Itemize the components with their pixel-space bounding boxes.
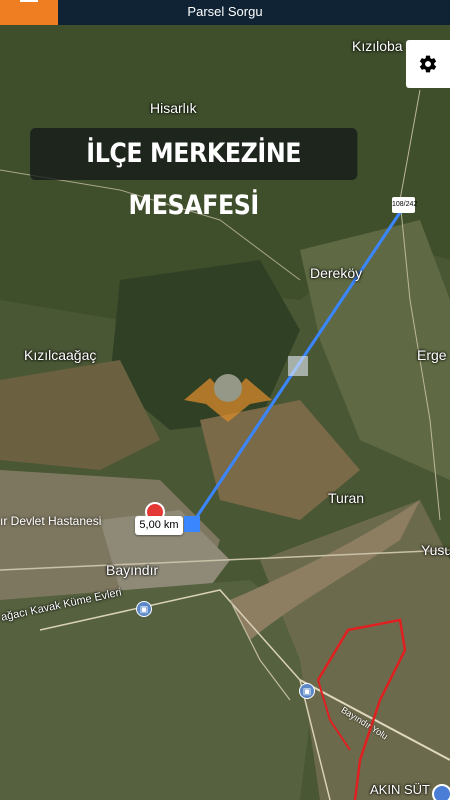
hamburger-icon	[20, 0, 38, 2]
place-kizilova: Kızıloba	[352, 38, 403, 54]
watermark-logo	[184, 374, 272, 422]
place-derekoy: Dereköy	[310, 265, 363, 281]
place-bayindir: Bayındır	[106, 562, 159, 578]
place-kizilcaagac: Kızılcaağaç	[24, 347, 97, 363]
place-hisarlik: Hisarlık	[150, 100, 197, 116]
distance-label: 5,00 km	[135, 516, 183, 535]
measure-end-tag[interactable]: 108/242	[392, 197, 417, 213]
place-yusuf: Yusu	[421, 542, 450, 558]
gear-icon	[419, 55, 437, 73]
hospital-label: ır Devlet Hastanesi	[0, 514, 102, 528]
train-icon: ▣	[136, 601, 152, 617]
satellite-map[interactable]: 108/242 Kızıloba Hisarlık Dereköy Kızılc…	[0, 0, 450, 800]
measure-start-handle[interactable]	[184, 516, 200, 532]
app-title: Parsel Sorgu	[187, 4, 263, 19]
settings-button[interactable]	[406, 40, 450, 88]
place-erge: Erge	[417, 347, 447, 363]
place-akin-sut: AKIN SÜT	[370, 782, 430, 797]
train-icon: ▣	[299, 683, 315, 699]
place-turan: Turan	[328, 490, 365, 506]
measure-midpoint-handle[interactable]	[288, 356, 308, 376]
distance-heading: İLÇE MERKEZİNE MESAFESİ	[30, 128, 358, 221]
location-marker[interactable]	[432, 784, 450, 800]
menu-button[interactable]	[0, 0, 58, 25]
top-bar: Parsel Sorgu	[0, 0, 450, 25]
